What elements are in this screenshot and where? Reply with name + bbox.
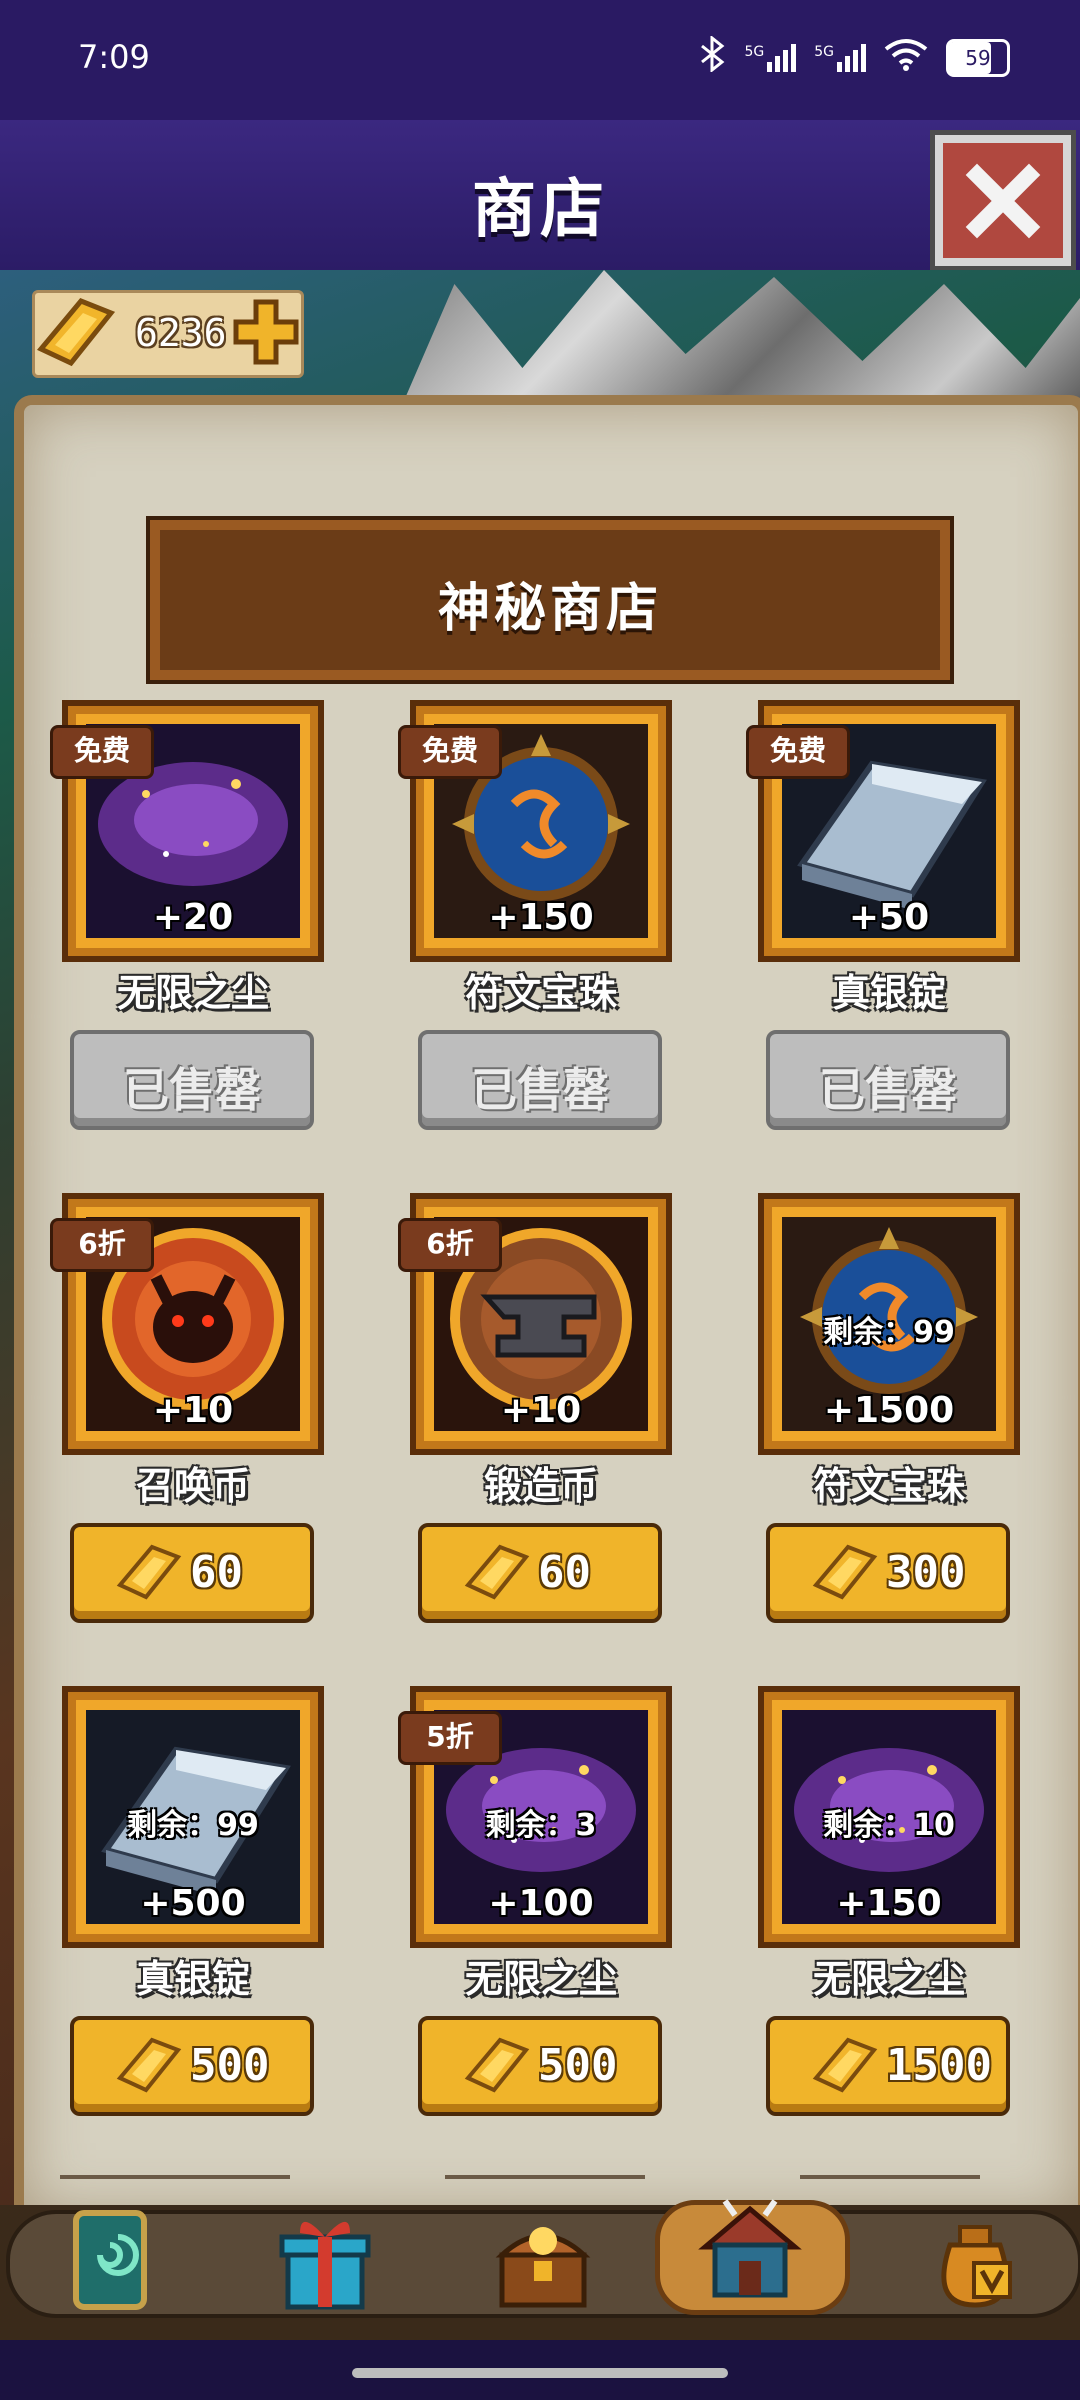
- close-icon: [965, 163, 1041, 239]
- gift-icon: [279, 2221, 371, 2310]
- item-quantity: +500: [140, 1883, 246, 1924]
- wifi-icon: [884, 37, 928, 79]
- item-price: 60: [190, 1547, 243, 1598]
- gold-ingot-icon: [116, 1544, 182, 1600]
- home-indicator[interactable]: [352, 2368, 728, 2378]
- signal-icon-1: 5G: [744, 44, 797, 72]
- item-price: 500: [538, 2040, 618, 2091]
- item-quantity: +1500: [823, 1390, 955, 1431]
- item-remaining: 剩余：10: [823, 1808, 955, 1843]
- sold-out-label: 已售罄: [471, 1063, 609, 1117]
- discount-badge: 免费: [398, 725, 502, 779]
- item-remaining: 剩余：3: [485, 1808, 597, 1843]
- item-name: 真银锭: [831, 971, 946, 1015]
- item-quantity: +10: [500, 1390, 582, 1431]
- shop-hut-icon: [698, 2199, 802, 2298]
- sold-out-label: 已售罄: [819, 1063, 957, 1117]
- divider: [800, 2175, 980, 2179]
- item-frame[interactable]: 剩余：10 +150: [758, 1686, 1020, 1948]
- status-icons: 5G 5G 59: [698, 34, 1010, 80]
- divider: [445, 2175, 645, 2179]
- gold-ingot-icon: [116, 2037, 182, 2093]
- buy-button[interactable]: 300: [766, 1523, 1010, 1623]
- nav-item-cards[interactable]: [60, 2205, 170, 2315]
- gold-ingot-icon: [812, 1544, 878, 1600]
- item-name: 无限之尘: [812, 1957, 965, 2001]
- title-bar: 商店: [0, 120, 1080, 270]
- buy-button[interactable]: 60: [418, 1523, 662, 1623]
- gold-ingot-icon: [464, 2037, 530, 2093]
- item-name: 无限之尘: [464, 1957, 617, 2001]
- nav-item-shop[interactable]: [695, 2195, 805, 2305]
- nav-item-gifts[interactable]: [270, 2205, 380, 2315]
- item-quantity: +10: [152, 1390, 234, 1431]
- buy-button[interactable]: 500: [70, 2016, 314, 2116]
- shop-banner: 神秘商店: [150, 520, 950, 680]
- item-price: 300: [886, 1547, 966, 1598]
- item-frame[interactable]: 剩余：99 +500: [62, 1686, 324, 1948]
- item-quantity: +150: [836, 1883, 942, 1924]
- status-time: 7:09: [78, 38, 150, 76]
- bluetooth-icon: [698, 34, 726, 80]
- buy-button[interactable]: 60: [70, 1523, 314, 1623]
- item-name: 符文宝珠: [464, 971, 617, 1015]
- close-button[interactable]: [935, 135, 1071, 266]
- buy-button[interactable]: 500: [418, 2016, 662, 2116]
- discount-badge: 5折: [398, 1711, 502, 1765]
- item-price: 60: [538, 1547, 591, 1598]
- gold-ingot-icon: [812, 2037, 878, 2093]
- item-price: 500: [190, 2040, 270, 2091]
- discount-badge: 6折: [398, 1218, 502, 1272]
- item-quantity: +50: [848, 897, 930, 938]
- battery-icon: 59: [946, 39, 1010, 77]
- add-gold-button[interactable]: [232, 298, 300, 366]
- vip-bag-icon: [941, 2225, 1012, 2308]
- sold-out-button[interactable]: 已售罄: [766, 1030, 1010, 1130]
- discount-badge: 免费: [50, 725, 154, 779]
- signal-icon-2: 5G: [814, 44, 866, 72]
- shop-banner-title: 神秘商店: [437, 579, 662, 639]
- card-icon: [73, 2210, 147, 2310]
- discount-badge: 6折: [50, 1218, 154, 1272]
- item-name: 召唤币: [135, 1464, 250, 1508]
- gold-ingot-icon: [37, 298, 116, 367]
- nav-item-vip[interactable]: [920, 2205, 1030, 2315]
- item-remaining: 剩余：99: [823, 1315, 955, 1350]
- item-quantity: +150: [488, 897, 594, 938]
- item-name: 符文宝珠: [812, 1464, 965, 1508]
- item-frame[interactable]: 剩余：99 +1500: [758, 1193, 1020, 1455]
- item-quantity: +100: [488, 1883, 594, 1924]
- page-title: 商店: [472, 173, 608, 247]
- nav-item-treasure[interactable]: [488, 2205, 598, 2315]
- buy-button[interactable]: 1500: [766, 2016, 1010, 2116]
- item-remaining: 剩余：99: [127, 1808, 259, 1843]
- sold-out-label: 已售罄: [123, 1063, 261, 1117]
- item-name: 无限之尘: [116, 971, 269, 1015]
- item-quantity: +20: [152, 897, 234, 938]
- divider: [60, 2175, 290, 2179]
- treasure-chest-icon: [495, 2227, 591, 2308]
- discount-badge: 免费: [746, 725, 850, 779]
- item-name: 锻造币: [483, 1464, 598, 1508]
- gold-ingot-icon: [464, 1544, 530, 1600]
- status-bar: 7:09 5G 5G 59: [0, 0, 1080, 120]
- gold-amount: 6236: [135, 311, 227, 355]
- sold-out-button[interactable]: 已售罄: [418, 1030, 662, 1130]
- item-name: 真银锭: [135, 1957, 250, 2001]
- sold-out-button[interactable]: 已售罄: [70, 1030, 314, 1130]
- item-price: 1500: [886, 2040, 992, 2091]
